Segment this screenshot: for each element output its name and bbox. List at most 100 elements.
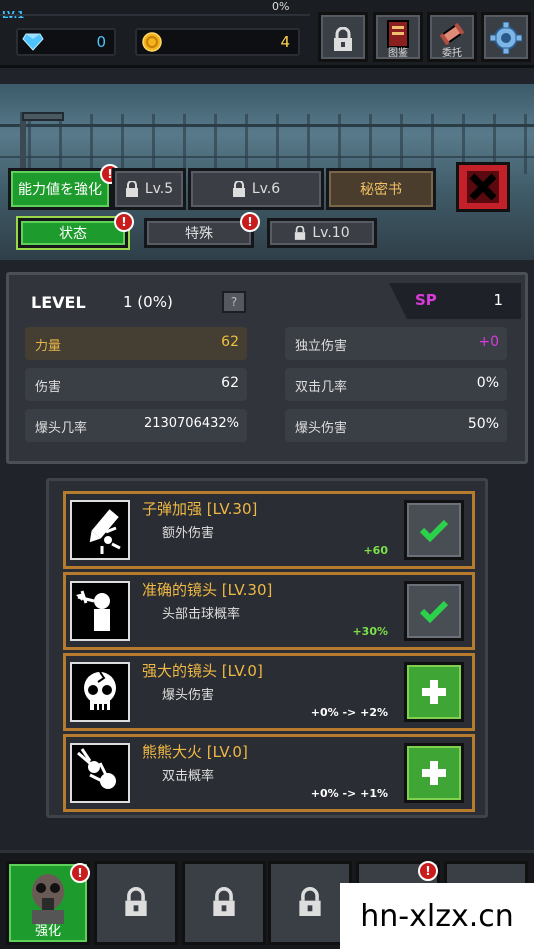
skill-name: 熊熊大火 [LV.0] [142,743,248,761]
street-lamp-head [22,112,64,121]
level-label: LEVEL [31,293,86,312]
skill-icon-frame [70,500,130,560]
settings-button[interactable] [481,12,531,62]
fence-decoration [0,114,534,174]
skill-desc: 双击概率 [162,769,215,784]
lock-icon [213,887,235,916]
skill-item: 熊熊大火 [LV.0] 双击概率 +0% -> +1% [63,734,475,812]
commission-button[interactable]: 委托 [427,12,477,62]
skill-bonus: +0% -> +2% [310,706,388,719]
subtab-special-label: 特殊 [185,226,213,242]
commission-label: 委托 [442,48,462,59]
tab-stat-upgrade[interactable]: 能力値を強化 [8,168,112,210]
skill-name: 准确的镜头 [LV.30] [142,581,273,599]
subtab-special[interactable]: 特殊 [144,218,254,248]
lock-icon [125,181,138,197]
stat-key: 双击几率 [295,380,348,395]
exp-progress-bar [0,14,310,16]
nav-locked-slot[interactable] [94,861,178,945]
exp-progress-text: 0% [272,0,290,13]
subtab-status[interactable]: 状态 [18,218,128,248]
stat-value: 0% [476,375,499,391]
tab-locked-lv6[interactable]: Lv.6 [188,168,324,210]
gold-count: 4 [280,33,290,51]
skill-icon-frame [70,662,130,722]
close-button[interactable] [456,162,510,212]
skill-desc: 额外伤害 [162,526,215,541]
top-hud: LV.1 0% 0 4 图鉴 委托 [0,0,534,68]
skill-bonus: +30% [352,625,388,638]
skull-icon [84,671,116,710]
sp-display: SP 1 [389,283,521,319]
stat-value: 50% [467,416,499,432]
skill-icon-frame [70,581,130,641]
skill-item: 子弹加强 [LV.30] 额外伤害 +60 [63,491,475,569]
gas-mask-icon [32,874,64,924]
skill-item: 准确的镜头 [LV.30] 头部击球概率 +30% [63,572,475,650]
street-lamp-pole [20,112,26,172]
skill-upgrade-button[interactable] [404,743,464,803]
skill-desc: 头部击球概率 [162,607,241,622]
skill-list: 子弹加强 [LV.30] 额外伤害 +60 准确的镜头 [LV.30] 头部击球… [46,478,488,818]
gold-counter: 4 [135,28,300,56]
subtab-locked-lv10[interactable]: Lv.10 [267,218,377,248]
skill-bonus: +60 [363,544,388,557]
tab-secret-book-label: 秘密书 [360,182,402,198]
tab-secret-book[interactable]: 秘密书 [326,168,436,210]
close-icon [467,171,499,203]
stat-double-shot: 双击几率 0% [285,368,507,401]
skill-name: 子弹加强 [LV.30] [142,500,258,518]
stat-value: 62 [221,375,239,391]
stat-key: 爆头几率 [35,421,88,436]
stat-independent-damage: 独立伤害 +0 [285,327,507,360]
watermark: hn-xlzx.cn [340,883,534,949]
stat-key: 爆头伤害 [295,421,348,436]
nav-upgrade-label: 强化 [34,924,61,939]
skill-icon-frame [70,743,130,803]
stat-value: 62 [221,334,239,350]
gear-icon [490,22,522,54]
lock-icon [232,181,245,197]
alert-icon: ! [114,212,134,232]
fence-rail [0,124,534,127]
skill-bonus: +0% -> +1% [310,787,388,800]
skill-name: 强大的镜头 [LV.0] [142,662,263,680]
fence-rail-lower [0,156,534,158]
stat-headshot-chance: 爆头几率 2130706432% [25,409,247,442]
skill-item: 强大的镜头 [LV.0] 爆头伤害 +0% -> +2% [63,653,475,731]
help-button[interactable]: ? [222,291,246,313]
stat-value: 2130706432% [143,416,239,431]
stats-panel: LEVEL 1 (0%) ? SP 1 力量 62 独立伤害 +0 伤害 62 … [6,272,528,464]
locked-hud-button[interactable] [318,12,368,62]
checkmark-icon [419,519,449,542]
gem-counter: 0 [16,28,116,56]
subtab-locked-lv10-label: Lv.10 [312,225,350,241]
lock-icon [299,887,321,916]
nav-locked-slot[interactable] [182,861,266,945]
gem-icon [22,33,44,51]
stat-key: 力量 [35,339,62,354]
sp-label: SP [415,291,437,309]
subtab-status-label: 状态 [59,226,87,242]
skill-upgrade-button[interactable] [404,500,464,560]
fireball-icon [77,748,116,789]
skill-desc: 爆头伤害 [162,688,215,703]
checkmark-icon [419,600,449,623]
stat-key: 伤害 [35,380,62,395]
tab-locked-lv5[interactable]: Lv.5 [112,168,186,210]
codex-button[interactable]: 图鉴 [373,12,423,62]
plus-icon [422,680,446,704]
skill-upgrade-button[interactable] [404,581,464,641]
tab-locked-lv5-label: Lv.5 [144,181,174,197]
skill-upgrade-button[interactable] [404,662,464,722]
stat-damage: 伤害 62 [25,368,247,401]
plus-icon [422,761,446,785]
stat-value: +0 [478,334,499,350]
sp-value: 1 [493,291,503,309]
bullet-icon [89,509,121,554]
coin-icon [142,32,162,52]
stat-strength: 力量 62 [25,327,247,360]
tab-locked-lv6-label: Lv.6 [251,181,281,197]
alert-icon: ! [418,861,438,881]
lock-icon [334,27,352,51]
